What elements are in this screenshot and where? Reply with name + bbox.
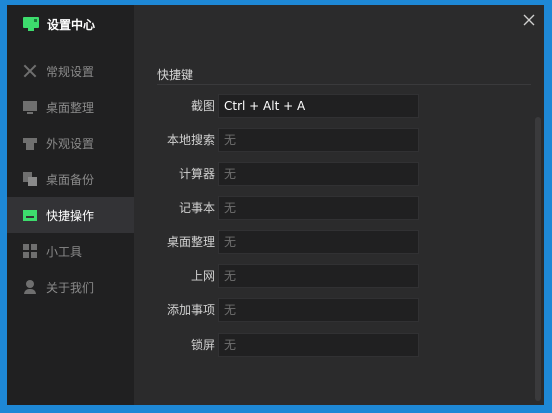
app-title: 设置中心 [47, 17, 96, 32]
shortcut-input-notepad[interactable]: 无 [218, 196, 419, 220]
sidebar-item-about[interactable]: 关于我们 [7, 269, 134, 305]
scrollbar[interactable] [535, 117, 541, 401]
shortcut-input-add-todo[interactable]: 无 [218, 298, 419, 322]
backup-icon [23, 172, 37, 186]
shortcut-label: 桌面整理 [166, 235, 215, 249]
content-panel: 快捷键 截图 Ctrl + Alt + A 本地搜索 无 计算器 无 记事本 无… [134, 5, 544, 405]
sidebar-item-label: 桌面整理 [46, 100, 95, 115]
shortcut-label: 上网 [190, 269, 215, 283]
close-icon[interactable] [522, 13, 536, 27]
sidebar-item-backup[interactable]: 桌面备份 [7, 161, 134, 197]
sidebar-item-label: 外观设置 [46, 136, 95, 151]
shortcut-input-lock-screen[interactable]: 无 [218, 333, 419, 357]
shortcut-label: 添加事项 [166, 303, 215, 317]
shortcut-input-calculator[interactable]: 无 [218, 162, 419, 186]
shortcut-row-add-todo: 添加事项 无 [134, 298, 544, 322]
sidebar-item-shortcuts[interactable]: 快捷操作 [7, 197, 134, 233]
sidebar-item-label: 快捷操作 [46, 208, 95, 223]
sidebar-item-label: 常规设置 [46, 64, 95, 79]
app-title-bar: 设置中心 [23, 15, 95, 33]
monitor-icon [23, 17, 39, 31]
shortcut-row-browse: 上网 无 [134, 264, 544, 288]
shortcut-input-local-search[interactable]: 无 [218, 128, 419, 152]
keyboard-icon [23, 208, 37, 222]
shortcut-label: 锁屏 [190, 338, 215, 352]
section-title: 快捷键 [157, 68, 194, 82]
shortcut-row-desktop-organize: 桌面整理 无 [134, 230, 544, 254]
shortcut-row-screenshot: 截图 Ctrl + Alt + A [134, 94, 544, 118]
sidebar-nav: 常规设置 桌面整理 外观设置 桌面备份 快捷操作 小工具 关于我们 [7, 53, 134, 305]
shortcut-input-screenshot[interactable]: Ctrl + Alt + A [218, 94, 419, 118]
shortcut-input-desktop-organize[interactable]: 无 [218, 230, 419, 254]
desktop-icon [23, 100, 37, 114]
shortcut-row-local-search: 本地搜索 无 [134, 128, 544, 152]
shortcut-label: 本地搜索 [166, 133, 215, 147]
shortcut-row-notepad: 记事本 无 [134, 196, 544, 220]
sidebar-item-widgets[interactable]: 小工具 [7, 233, 134, 269]
user-icon [23, 280, 37, 294]
sidebar-item-label: 小工具 [46, 244, 83, 259]
sidebar-item-general[interactable]: 常规设置 [7, 53, 134, 89]
shortcut-row-lock-screen: 锁屏 无 [134, 333, 544, 357]
sidebar-item-label: 桌面备份 [46, 172, 95, 187]
tools-icon [23, 64, 37, 78]
shirt-icon [23, 136, 37, 150]
sidebar: 设置中心 常规设置 桌面整理 外观设置 桌面备份 快捷操作 小工具 关于我们 [7, 5, 134, 405]
shortcut-label: 计算器 [178, 167, 215, 181]
divider [157, 84, 531, 85]
sidebar-item-desktop-organize[interactable]: 桌面整理 [7, 89, 134, 125]
sidebar-item-appearance[interactable]: 外观设置 [7, 125, 134, 161]
shortcut-label: 记事本 [178, 201, 215, 215]
sidebar-item-label: 关于我们 [46, 280, 95, 295]
shortcut-row-calculator: 计算器 无 [134, 162, 544, 186]
shortcut-label: 截图 [190, 99, 215, 113]
settings-window: 设置中心 常规设置 桌面整理 外观设置 桌面备份 快捷操作 小工具 关于我们 快… [7, 5, 544, 405]
widgets-icon [23, 244, 37, 258]
shortcut-input-browse[interactable]: 无 [218, 264, 419, 288]
